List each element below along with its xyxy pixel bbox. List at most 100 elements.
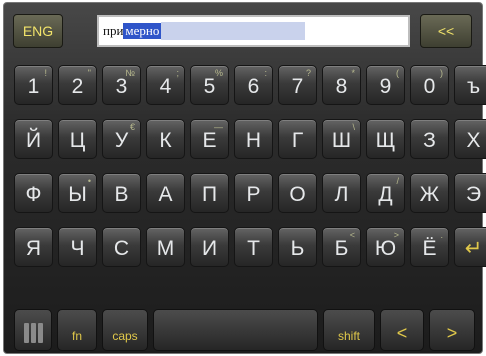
key[interactable]: < Б [322, 227, 361, 267]
key-label: Ю [374, 237, 397, 260]
key-label: 2 [71, 75, 84, 98]
cursor-left-key[interactable]: < [380, 309, 424, 351]
key[interactable]: * 8 [322, 65, 361, 105]
key-label: 1 [27, 75, 40, 98]
key[interactable]: Й [14, 119, 53, 159]
key[interactable]: ? 7 [278, 65, 317, 105]
key[interactable]: " 2 [58, 65, 97, 105]
key-label: В [114, 183, 129, 206]
keyboard-frame: ENG при мерно << ! 1 " 2 № 3; 4% 5:6? 7 * 8(9) 0 ъ Й Ц €… [3, 2, 486, 354]
key[interactable]: ; 4 [146, 65, 185, 105]
key[interactable]: Х [454, 119, 486, 159]
key[interactable]: Р [234, 173, 273, 213]
caps-key[interactable]: caps [102, 309, 148, 351]
key-label: 5 [203, 75, 216, 98]
key[interactable]: И [190, 227, 229, 267]
key[interactable]: Э [454, 173, 486, 213]
key[interactable]: — Е [190, 119, 229, 159]
key-label: Х [466, 129, 481, 152]
key-row: Я Ч С М И Т Ь < Б > Ю. Ё ↵ [14, 227, 486, 267]
shift-key[interactable]: shift [323, 309, 375, 351]
key-label: 9 [379, 75, 392, 98]
key[interactable]: В [102, 173, 141, 213]
selection-highlight [161, 22, 306, 40]
bottom-row: fn caps shift < > [14, 309, 475, 351]
key[interactable]: ъ [454, 65, 486, 105]
key[interactable]: Ч [58, 227, 97, 267]
key[interactable]: \ Ш [322, 119, 361, 159]
key-label: Ш [331, 129, 352, 152]
key-label: Ф [25, 183, 42, 206]
key[interactable]: М [146, 227, 185, 267]
key-label: К [159, 129, 172, 152]
space-key[interactable] [153, 309, 318, 351]
key[interactable]: Щ [366, 119, 405, 159]
key-label: Ё [422, 237, 437, 260]
key-row: Й Ц € У К — Е Н Г \ Ш Щ З Х [14, 119, 486, 159]
key[interactable]: :6 [234, 65, 273, 105]
key-label: 4 [159, 75, 172, 98]
cursor-right-key[interactable]: > [429, 309, 475, 351]
text-input-field[interactable]: при мерно [97, 15, 410, 47]
key[interactable]: € У [102, 119, 141, 159]
key[interactable]: О [278, 173, 317, 213]
key[interactable]: .Ё [410, 227, 449, 267]
key-label: Л [334, 183, 349, 206]
language-toggle-button[interactable]: ENG [13, 14, 63, 48]
fn-key[interactable]: fn [57, 309, 97, 351]
key-label: 3 [115, 75, 128, 98]
key[interactable]: % 5 [190, 65, 229, 105]
key-label: П [201, 183, 218, 206]
key-label: Т [247, 237, 260, 260]
key[interactable]: Н [234, 119, 273, 159]
key[interactable]: Г [278, 119, 317, 159]
key-label: Е [202, 129, 217, 152]
key-label: Э [465, 183, 482, 206]
backspace-button[interactable]: << [420, 14, 472, 48]
key[interactable]: • Ы [58, 173, 97, 213]
key[interactable]: Я [14, 227, 53, 267]
layout-switch-icon [23, 323, 43, 343]
key[interactable]: З [410, 119, 449, 159]
key-label: Ж [419, 183, 440, 206]
key-label: С [113, 237, 130, 260]
key-label: 0 [423, 75, 436, 98]
key-label: З [423, 129, 436, 152]
key[interactable]: К [146, 119, 185, 159]
key-label: Ы [68, 183, 87, 206]
key-label: Й [25, 129, 42, 152]
key-label: Ь [290, 237, 305, 260]
key-label: Щ [375, 129, 396, 152]
key[interactable]: П [190, 173, 229, 213]
key[interactable]: ! 1 [14, 65, 53, 105]
key-label: Ц [69, 129, 86, 152]
enter-key[interactable]: ↵ [454, 227, 486, 267]
key-label: Ч [70, 237, 85, 260]
typed-text: при [103, 23, 124, 39]
key-label: М [156, 237, 175, 260]
layout-switch-button[interactable] [14, 309, 52, 351]
key-label: 8 [335, 75, 348, 98]
key[interactable]: > Ю [366, 227, 405, 267]
key-label: Д [378, 183, 393, 206]
key[interactable]: Ь [278, 227, 317, 267]
key-label: И [201, 237, 218, 260]
key[interactable]: / Д [366, 173, 405, 213]
key-label: Р [246, 183, 261, 206]
key-label: Г [291, 129, 304, 152]
key[interactable]: № 3 [102, 65, 141, 105]
key[interactable]: Ф [14, 173, 53, 213]
key-label: Н [245, 129, 262, 152]
key-label: 6 [247, 75, 260, 98]
key[interactable]: С [102, 227, 141, 267]
key-label: У [114, 129, 129, 152]
key-label: А [158, 183, 173, 206]
key[interactable]: А [146, 173, 185, 213]
key[interactable]: Ц [58, 119, 97, 159]
key[interactable]: Ж [410, 173, 449, 213]
key[interactable]: Т [234, 227, 273, 267]
key[interactable]: Л [322, 173, 361, 213]
key[interactable]: (9 [366, 65, 405, 105]
key[interactable]: ) 0 [410, 65, 449, 105]
key-label: Б [334, 237, 349, 260]
